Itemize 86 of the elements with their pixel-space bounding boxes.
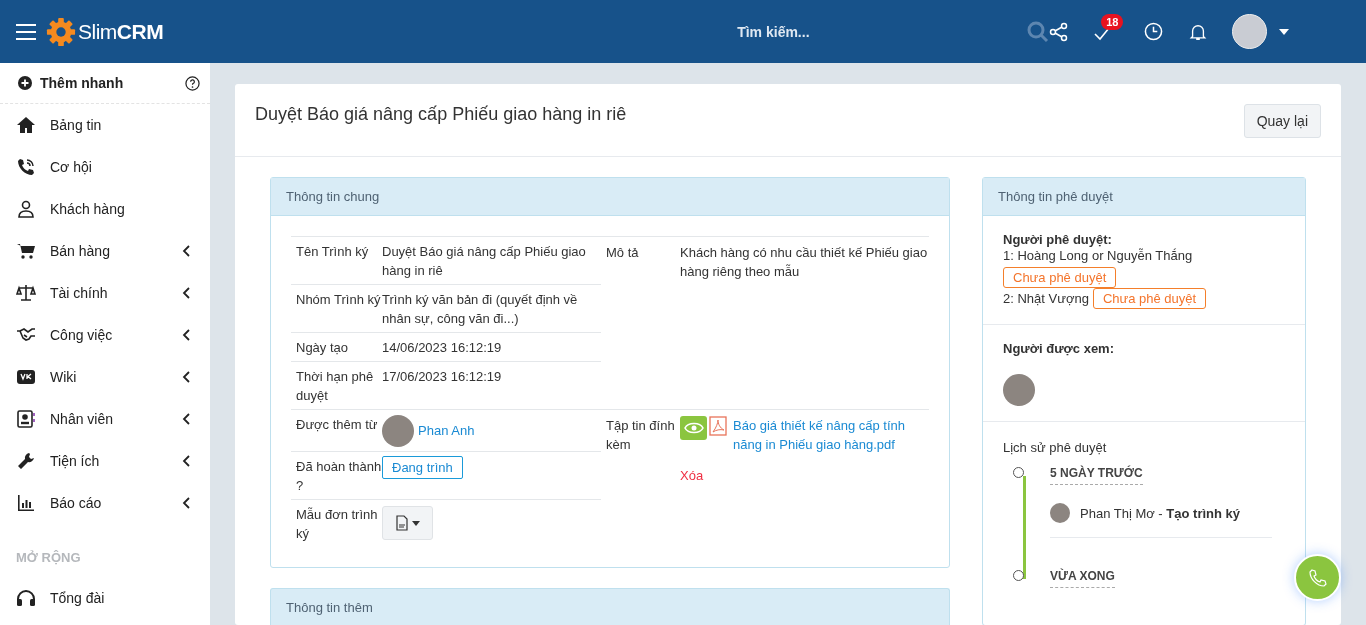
- chevron-left-icon[interactable]: [182, 455, 190, 467]
- clock-icon[interactable]: [1144, 22, 1164, 41]
- panel-header: Thông tin phê duyệt: [983, 178, 1305, 216]
- share-icon[interactable]: [1049, 21, 1070, 42]
- field-label: Tập tin đính kèm: [605, 417, 676, 454]
- chevron-left-icon[interactable]: [182, 497, 190, 509]
- field-label: Mẫu đơn trình ký: [295, 506, 379, 543]
- timeline-time: VỪA XONG: [1050, 569, 1115, 588]
- approver-name: 1: Hoàng Long or Nguyễn Thắng: [1003, 247, 1193, 265]
- caret-icon[interactable]: [1279, 28, 1290, 35]
- sidebar-item[interactable]: Bảng tin: [0, 104, 210, 146]
- user-avatar: [1050, 503, 1070, 523]
- pdf-file-icon: [395, 515, 409, 531]
- back-button[interactable]: Quay lại: [1243, 104, 1321, 138]
- field-value: 17/06/2023 16:12:19: [382, 368, 502, 386]
- sidebar-section-title: MỞ RỘNG: [15, 549, 82, 567]
- field-label: Nhóm Trình ký: [295, 291, 382, 309]
- scales-icon: [16, 283, 36, 303]
- approval-status-badge: Chưa phê duyệt: [1092, 288, 1207, 309]
- chevron-left-icon[interactable]: [182, 329, 190, 341]
- gear-logo-icon: [46, 16, 76, 47]
- sidebar-item[interactable]: Cơ hội: [0, 146, 210, 188]
- app-logo: SlimCRM: [78, 19, 164, 44]
- bar-chart-icon: [16, 493, 36, 513]
- quick-add-link[interactable]: Thêm nhanh: [40, 75, 177, 91]
- cart-icon: [16, 241, 36, 261]
- sidebar-item[interactable]: Tài chính: [0, 272, 210, 314]
- menu-icon[interactable]: [16, 23, 36, 40]
- user-avatar[interactable]: [1232, 14, 1268, 49]
- delete-link[interactable]: Xóa: [680, 466, 929, 485]
- vk-icon: [16, 367, 36, 387]
- sidebar-item[interactable]: Báo cáo: [0, 482, 210, 524]
- sidebar-item[interactable]: Tổng đài: [0, 577, 210, 619]
- user-avatar: [382, 415, 414, 447]
- bell-icon[interactable]: [1189, 22, 1208, 41]
- sidebar-item[interactable]: Tiện ích: [0, 440, 210, 482]
- attachment-link[interactable]: Báo giá thiết kế nâng cấp tính năng in Phiếu giao hàng.pdf: [709, 416, 929, 454]
- pdf-template-dropdown[interactable]: [382, 506, 433, 540]
- timeline-dot: [1013, 570, 1024, 581]
- panel-header: Thông tin thêm: [270, 588, 950, 625]
- chevron-left-icon[interactable]: [182, 245, 190, 257]
- field-label: Được thêm từ: [295, 416, 379, 434]
- field-value: Khách hàng có nhu cầu thiết kế Phiếu giao hàng riêng theo mẫu: [680, 244, 929, 281]
- viewer-avatar: [1003, 374, 1035, 406]
- sidebar-item[interactable]: Công việc: [0, 314, 210, 356]
- chevron-left-icon[interactable]: [182, 287, 190, 299]
- history-entry: Phan Thị Mơ - Tạo trình ký: [1080, 505, 1240, 521]
- headphones-icon: [16, 588, 36, 608]
- user-link[interactable]: Phan Anh: [418, 421, 475, 440]
- wrench-icon: [16, 451, 36, 471]
- field-value: 14/06/2023 16:12:19: [382, 339, 502, 357]
- notification-count: 18: [1101, 13, 1124, 30]
- sidebar-item[interactable]: Nhân viên: [0, 398, 210, 440]
- chevron-left-icon[interactable]: [182, 413, 190, 425]
- pdf-icon: [709, 416, 727, 436]
- page-title: Duyệt Báo giá nâng cấp Phiếu giao hàng in riê: [255, 104, 627, 125]
- plus-circle-icon[interactable]: [18, 76, 32, 90]
- timeline-time: 5 NGÀY TRƯỚC: [1050, 466, 1143, 485]
- caret-icon: [412, 520, 420, 526]
- approval-status-badge: Chưa phê duyệt: [1003, 267, 1117, 288]
- field-value: Trình ký văn bản đi (quyết định về nhân sự, công văn đi...): [382, 291, 579, 328]
- field-value: Duyệt Báo giá nâng cấp Phiếu giao hàng in riê: [382, 243, 587, 280]
- eye-icon: [683, 421, 704, 435]
- approvers-label: Người phê duyệt:: [1003, 232, 1113, 247]
- field-label: Ngày tạo: [295, 339, 350, 357]
- field-label: Mô tả: [605, 244, 640, 262]
- field-label: Đã hoàn thành ?: [295, 458, 382, 495]
- panel-header: Thông tin chung: [271, 178, 949, 216]
- person-icon: [16, 199, 36, 219]
- search-field[interactable]: Tìm kiếm...: [737, 19, 1028, 44]
- home-icon: [16, 115, 36, 135]
- sidebar-item[interactable]: Bán hàng: [0, 230, 210, 272]
- status-badge: Đang trình: [382, 456, 463, 479]
- timeline-dot: [1013, 467, 1024, 478]
- sidebar-item[interactable]: Wiki: [0, 356, 210, 398]
- chevron-left-icon[interactable]: [182, 371, 190, 383]
- contact-card-icon: [16, 409, 36, 429]
- field-label: Tên Trình ký: [295, 243, 370, 261]
- viewers-label: Người được xem:: [1003, 341, 1115, 356]
- history-label: Lịch sử phê duyệt: [1003, 440, 1108, 455]
- field-label: Thời hạn phê duyệt: [295, 368, 375, 405]
- phone-icon: [16, 157, 36, 177]
- sidebar-item[interactable]: Khách hàng: [0, 188, 210, 230]
- phone-icon: [1307, 567, 1328, 588]
- approver-name: 2: Nhật Vượng: [1003, 289, 1089, 308]
- help-icon[interactable]: [185, 75, 200, 91]
